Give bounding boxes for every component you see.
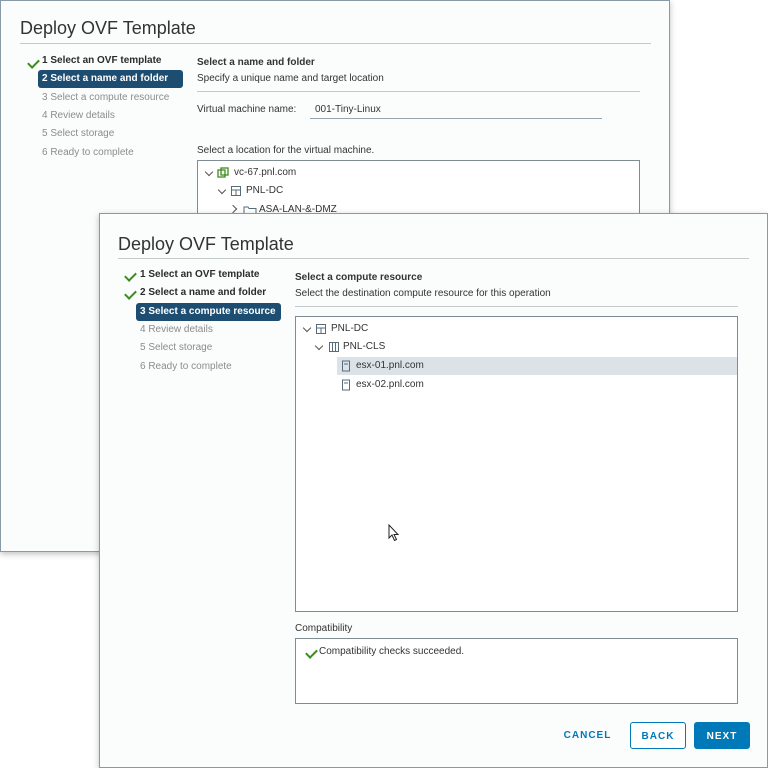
compatibility-panel: Compatibility checks succeeded. [295,638,738,704]
success-check-icon [305,646,318,659]
location-tree[interactable]: vc-67.pnl.com PNL-DC ASA-LAN-&-DMZ [197,160,640,220]
wizard-step-1[interactable]: 1 Select an OVF template [42,52,162,70]
tree-item-vcenter[interactable]: vc-67.pnl.com [234,165,296,181]
section-divider [197,91,640,92]
section-divider [295,306,738,307]
tree-item-datacenter[interactable]: PNL-DC [331,321,368,337]
location-label: Select a location for the virtual machin… [197,145,375,156]
wizard-step-2[interactable]: 2 Select a name and folder [140,284,266,302]
wizard-step-6[interactable]: 6 Ready to complete [42,144,134,162]
section-heading: Select a compute resource [295,272,423,283]
wizard-step-3[interactable]: 3 Select a compute resource [42,89,169,107]
wizard-step-4[interactable]: 4 Review details [42,107,115,125]
compute-resource-tree[interactable]: PNL-DC PNL-CLS esx-01.pnl.com esx-02.pnl… [295,316,738,612]
cluster-icon [329,342,339,352]
section-subtitle: Select the destination compute resource … [295,288,551,299]
chevron-right-icon[interactable] [228,204,238,214]
cancel-button[interactable]: CANCEL [556,722,619,749]
wizard-step-6[interactable]: 6 Ready to complete [140,358,232,376]
tree-item-host-label: esx-02.pnl.com [356,379,424,390]
wizard-step-5[interactable]: 5 Select storage [42,125,114,143]
host-icon [342,360,350,372]
section-heading: Select a name and folder [197,57,315,68]
vm-name-label: Virtual machine name: [197,104,297,115]
wizard-step-3[interactable]: 3 Select a compute resource [136,303,281,321]
datacenter-icon [316,324,326,334]
step-complete-check-icon [27,56,40,69]
vm-name-input[interactable]: 001-Tiny-Linux [315,104,381,115]
step-complete-check-icon [124,287,137,300]
tree-item-datacenter[interactable]: PNL-DC [246,183,283,199]
tree-item-host-selected[interactable]: esx-01.pnl.com [337,357,737,375]
chevron-down-icon[interactable] [204,167,214,177]
tree-item-host-label: esx-01.pnl.com [356,360,424,371]
mouse-cursor-icon [388,524,400,542]
compatibility-label: Compatibility [295,623,353,634]
host-icon [342,379,350,391]
chevron-down-icon[interactable] [314,341,324,351]
vcenter-icon [217,167,229,178]
vm-name-input-underline [310,118,602,119]
dialog-title: Deploy OVF Template [118,234,294,254]
compatibility-message: Compatibility checks succeeded. [319,646,465,657]
wizard-step-5[interactable]: 5 Select storage [140,339,212,357]
back-button[interactable]: BACK [630,722,686,749]
wizard-step-4[interactable]: 4 Review details [140,321,213,339]
tree-item-host[interactable]: esx-02.pnl.com [337,376,637,394]
chevron-down-icon[interactable] [217,185,227,195]
title-divider [118,258,749,259]
wizard-step-2[interactable]: 2 Select a name and folder [38,70,183,88]
next-button[interactable]: NEXT [694,722,750,749]
section-subtitle: Specify a unique name and target locatio… [197,73,384,84]
deploy-ovf-dialog: Deploy OVF Template 1 Select an OVF temp… [99,213,768,768]
chevron-down-icon[interactable] [302,323,312,333]
title-divider [20,43,651,44]
dialog-title: Deploy OVF Template [20,18,196,38]
step-complete-check-icon [124,269,137,282]
datacenter-icon [231,186,241,196]
wizard-step-1[interactable]: 1 Select an OVF template [140,266,260,284]
tree-item-cluster[interactable]: PNL-CLS [343,339,385,355]
